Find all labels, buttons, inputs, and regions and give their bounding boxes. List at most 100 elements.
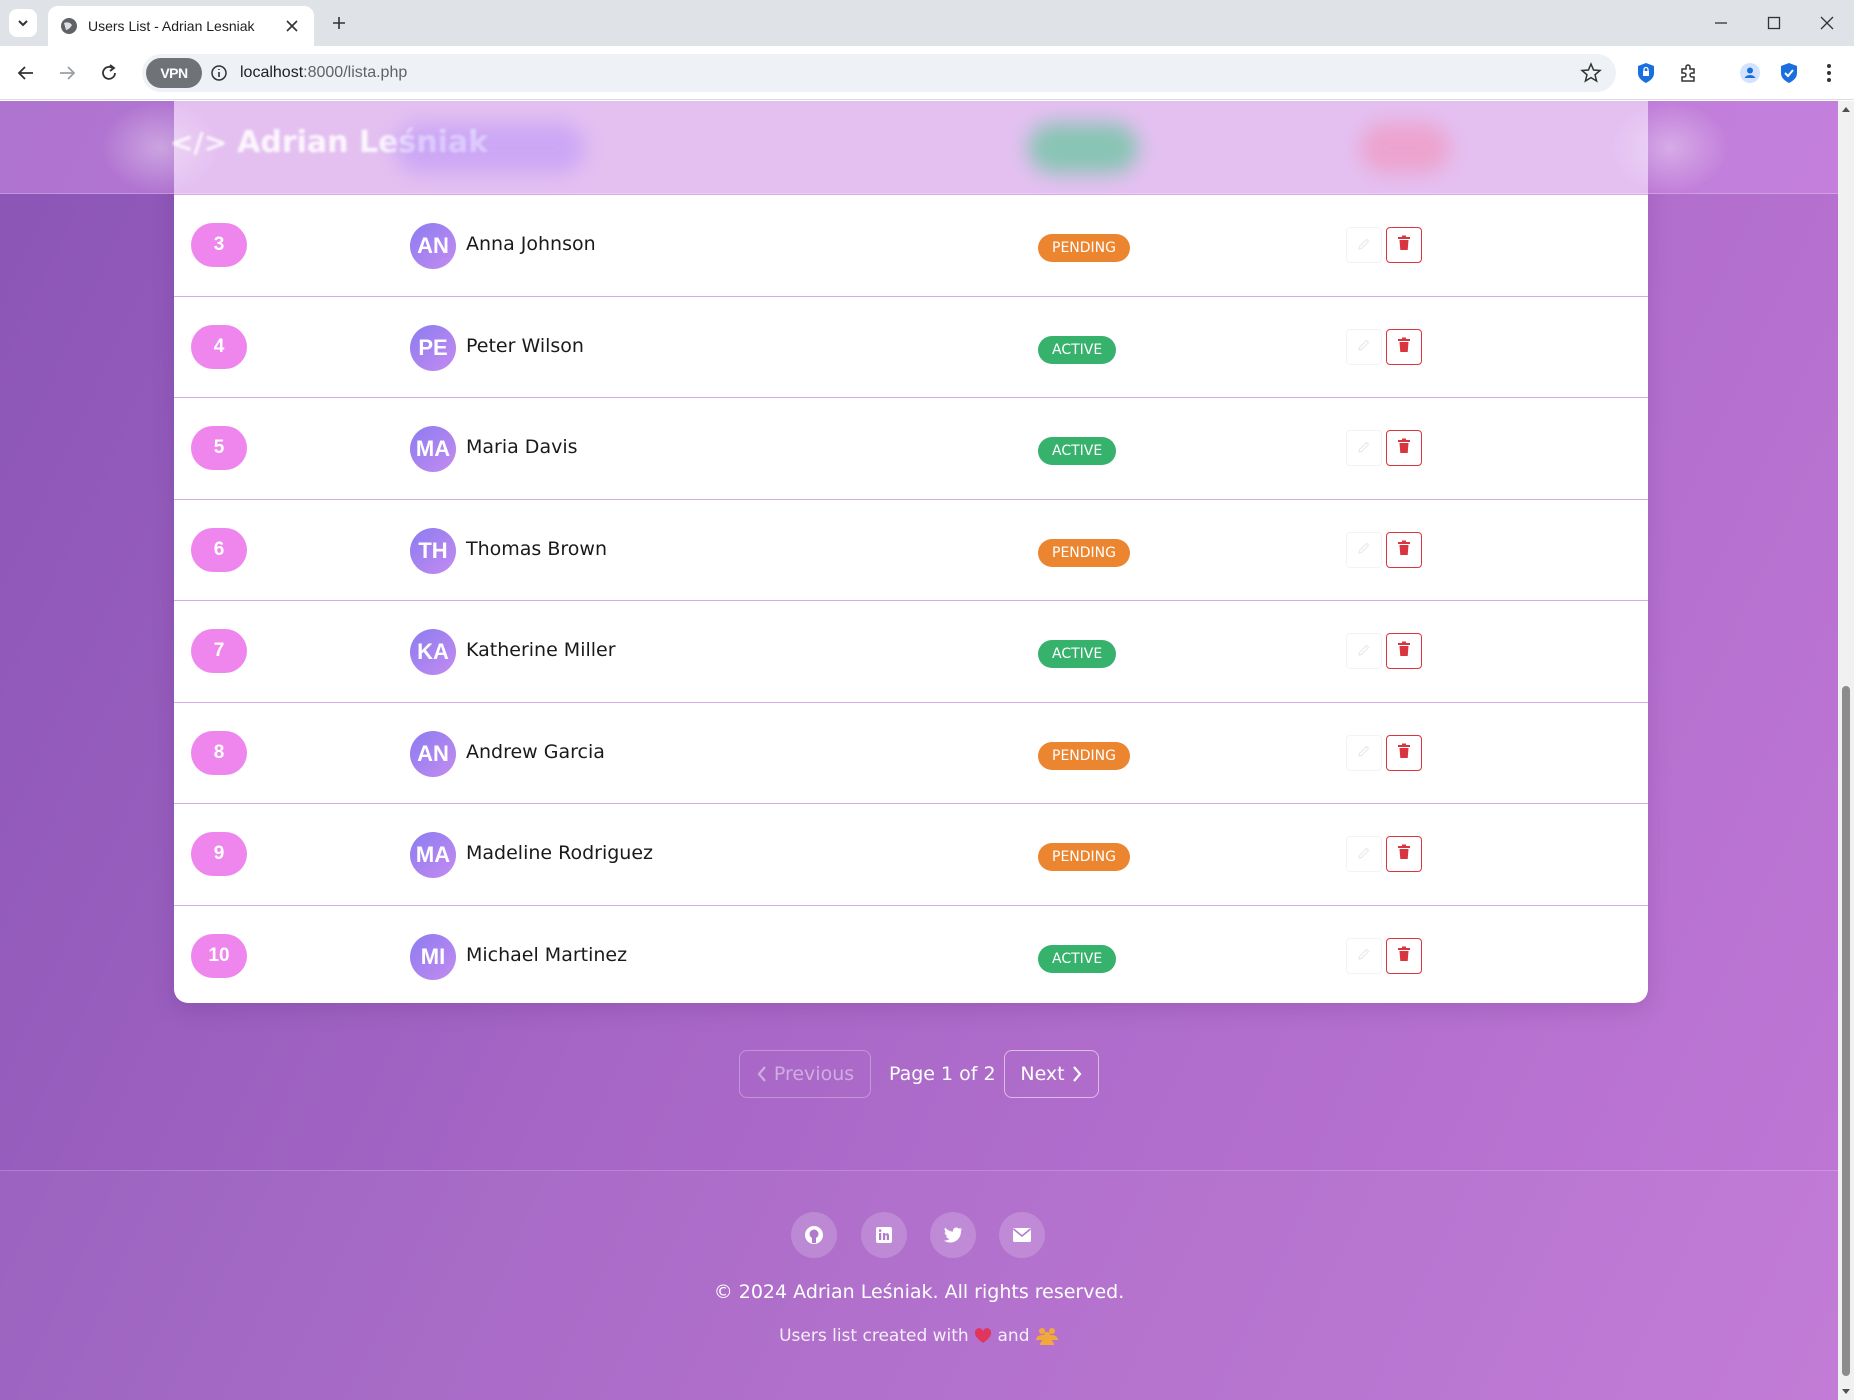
password-manager-icon[interactable] [1633,60,1659,86]
minimize-button[interactable] [1706,8,1736,38]
nav-link-blurred-3[interactable] [1360,123,1450,173]
forward-button[interactable] [52,58,82,88]
url-text[interactable]: localhost:8000/lista.php [240,64,407,82]
new-tab-button[interactable] [326,10,352,36]
close-tab-icon[interactable] [282,16,302,36]
globe-icon [61,18,77,34]
email-link[interactable] [999,1212,1045,1258]
avatar: AN [410,730,456,777]
previous-label: Previous [773,1063,855,1085]
made-with-text: Users list created with and [0,1326,1838,1346]
maximize-button[interactable] [1759,8,1789,38]
arrow-left-icon [17,66,33,80]
user-id-badge: 7 [191,629,247,673]
nav-link-blurred-1[interactable] [395,123,585,173]
trash-icon [1397,438,1411,458]
trash-icon [1397,235,1411,255]
tab-title: Users List - Adrian Lesniak [88,18,255,34]
user-id-badge: 5 [191,426,247,470]
edit-button[interactable] [1346,734,1382,771]
twitter-link[interactable] [930,1212,976,1258]
scroll-up-arrow-icon[interactable] [1841,105,1851,115]
code-icon: </> [170,126,228,159]
close-window-button[interactable] [1812,8,1842,38]
browser-tab[interactable]: Users List - Adrian Lesniak [48,6,314,46]
profile-icon[interactable] [1737,60,1763,86]
reload-button[interactable] [94,58,124,88]
delete-button[interactable] [1386,836,1422,872]
next-page-button[interactable]: Next [1004,1050,1099,1098]
minimize-icon [1715,22,1727,24]
delete-button[interactable] [1386,633,1422,669]
url-host: localhost [240,64,304,81]
pagination: Previous Page 1 of 2 Next [0,1050,1838,1100]
copyright-text: © 2024 Adrian Leśniak. All rights reserv… [713,1281,1125,1303]
trash-icon [1397,743,1411,763]
trash-icon [1397,337,1411,357]
vpn-badge[interactable]: VPN [146,58,202,88]
edit-icon [1357,540,1371,559]
close-icon [1820,16,1834,30]
table-row: 10 MI Michael Martinez ACTIVE [174,904,1648,1004]
edit-button[interactable] [1346,937,1382,974]
status-badge: ACTIVE [1038,640,1117,668]
trash-icon [1397,540,1411,560]
chevron-down-icon [18,20,28,27]
avatar: MA [410,832,456,878]
edit-button[interactable] [1346,531,1382,568]
site-footer: © 2024 Adrian Leśniak. All rights reserv… [0,1170,1838,1400]
reload-icon [102,64,116,80]
header-glow-right [1610,101,1730,194]
users-icon [1035,1328,1058,1345]
edit-button[interactable] [1346,633,1382,669]
status-badge: ACTIVE [1038,335,1117,364]
users-table: 3 AN Anna Johnson PENDING 4 PE Peter Wilson ACT… [174,101,1648,1003]
edit-button[interactable] [1346,328,1382,365]
previous-page-button[interactable]: Previous [739,1050,871,1098]
delete-button[interactable] [1386,531,1422,568]
twitter-icon [943,1227,962,1243]
edit-icon [1357,743,1371,762]
delete-button[interactable] [1386,937,1422,974]
user-name: Thomas Brown [466,537,607,560]
user-id-badge: 10 [191,933,247,978]
avatar: MI [410,933,456,980]
browser-tab-bar: Users List - Adrian Lesniak [0,0,1854,46]
heart-icon [975,1328,992,1343]
page-scrollbar[interactable] [1838,101,1854,1400]
table-row: 8 AN Andrew Garcia PENDING [174,701,1648,803]
info-icon[interactable] [210,64,228,82]
trash-icon [1397,946,1411,966]
shield-extension-icon[interactable] [1776,60,1802,86]
back-button[interactable] [11,58,41,88]
scrollbar-thumb[interactable] [1842,686,1850,1376]
tab-search-button[interactable] [9,9,37,37]
status-badge: PENDING [1038,843,1130,871]
linkedin-icon [876,1227,892,1243]
browser-menu-icon[interactable] [1816,60,1842,86]
table-row: 6 TH Thomas Brown PENDING [174,498,1648,600]
edit-button[interactable] [1346,430,1382,466]
envelope-icon [1012,1228,1032,1242]
github-link[interactable] [791,1212,837,1258]
delete-button[interactable] [1386,430,1422,466]
status-badge: PENDING [1038,234,1130,262]
site-header: </> Adrian Leśniak [0,101,1838,194]
chevron-right-icon [1072,1066,1082,1082]
delete-button[interactable] [1386,328,1422,365]
user-name: Anna Johnson [466,233,596,255]
scroll-down-arrow-icon[interactable] [1841,1386,1851,1396]
plus-icon [333,17,345,29]
made-with-prefix: Users list created with [779,1326,969,1346]
nav-link-blurred-2[interactable] [1028,123,1138,173]
user-id-badge: 3 [191,223,247,267]
linkedin-link[interactable] [861,1212,907,1258]
extensions-icon[interactable] [1675,60,1701,86]
edit-button[interactable] [1346,227,1382,263]
avatar: AN [410,223,456,269]
address-bar[interactable]: VPN localhost:8000/lista.php [142,54,1616,92]
delete-button[interactable] [1386,734,1422,771]
bookmark-star-icon[interactable] [1580,62,1602,84]
edit-button[interactable] [1346,836,1382,872]
delete-button[interactable] [1386,227,1422,263]
